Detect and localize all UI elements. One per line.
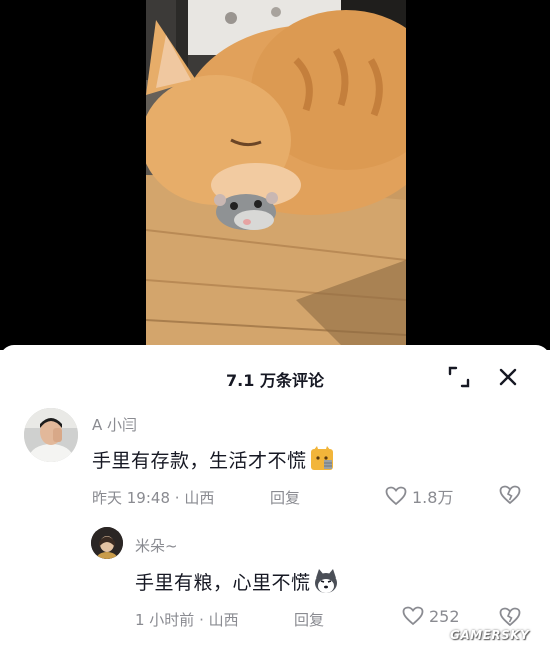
broken-heart-icon bbox=[499, 485, 521, 505]
comment-meta: 昨天 19:48 · 山西 bbox=[92, 487, 214, 508]
cat-emoji-icon bbox=[309, 446, 335, 477]
meta-separator: · bbox=[199, 611, 204, 629]
avatar[interactable] bbox=[24, 408, 78, 462]
heart-icon bbox=[385, 486, 407, 506]
comment-sheet-header: 7.1 万条评论 bbox=[0, 345, 550, 409]
comment-location: 山西 bbox=[208, 611, 239, 629]
heart-icon bbox=[402, 606, 424, 626]
watermark-logo: GAMERSKY bbox=[450, 628, 530, 642]
comment-time: 1 小时前 bbox=[135, 611, 195, 629]
like-count: 1.8万 bbox=[412, 488, 454, 507]
comment-text-body: 手里有粮，心里不慌 bbox=[135, 572, 311, 594]
comment-text-body: 手里有存款，生活才不慌 bbox=[92, 450, 307, 472]
like-button[interactable]: 1.8万 bbox=[385, 484, 453, 508]
comment-text: 手里有存款，生活才不慌 bbox=[92, 446, 335, 477]
cat-and-hamster-illustration bbox=[146, 0, 406, 350]
husky-emoji-icon bbox=[313, 568, 339, 599]
meta-separator: · bbox=[174, 489, 180, 507]
reply-button[interactable]: 回复 bbox=[294, 609, 324, 630]
dislike-button[interactable] bbox=[499, 485, 521, 509]
video-player[interactable] bbox=[0, 0, 550, 350]
comment-meta: 1 小时前 · 山西 bbox=[135, 609, 239, 630]
video-frame bbox=[146, 0, 406, 350]
like-button[interactable]: 252 bbox=[402, 606, 460, 626]
comment-location: 山西 bbox=[184, 489, 215, 507]
comment-username[interactable]: 米朵~ bbox=[135, 535, 178, 556]
avatar[interactable] bbox=[91, 527, 123, 559]
comment-time: 昨天 19:48 bbox=[92, 489, 170, 507]
like-count: 252 bbox=[429, 606, 460, 626]
expand-icon[interactable] bbox=[447, 365, 471, 389]
comment-username[interactable]: A 小闫 bbox=[92, 414, 137, 435]
close-icon[interactable] bbox=[496, 365, 520, 389]
reply-button[interactable]: 回复 bbox=[270, 487, 300, 508]
comment-text: 手里有粮，心里不慌 bbox=[135, 568, 339, 599]
broken-heart-icon bbox=[499, 607, 521, 627]
